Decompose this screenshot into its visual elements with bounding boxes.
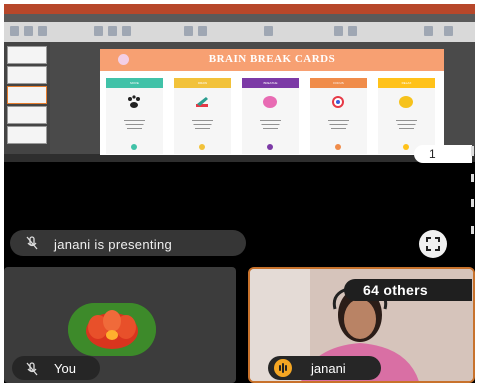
meeting-window: BRAIN BREAK CARDS MOVE ▬▬▬▬▬▬▬ ▬▬▬▬▬▬ ▬▬▬▬…	[4, 4, 475, 383]
presenting-label: janani is presenting	[54, 237, 173, 252]
bubble-icon	[263, 96, 277, 108]
slide-thumbnail	[7, 106, 47, 124]
card-header: FOCUS	[310, 78, 367, 88]
fullscreen-icon	[426, 237, 440, 251]
audio-level-icon	[274, 359, 292, 377]
flower-image	[68, 303, 156, 356]
mic-off-icon	[26, 362, 38, 376]
ribbon-icon	[10, 26, 19, 36]
ribbon-icon	[264, 26, 273, 36]
card-focus: FOCUS ▬▬▬▬▬▬▬ ▬▬▬▬▬▬ ▬▬▬▬▬	[310, 78, 367, 154]
slide-thumbnails	[4, 42, 50, 154]
page-number: 1	[429, 147, 436, 161]
card-dot	[267, 144, 273, 150]
slide-thumbnail	[7, 46, 47, 64]
others-count[interactable]: 64 others	[363, 282, 428, 298]
ribbon-icon	[198, 26, 207, 36]
card-text: ▬▬▬▬▬▬▬ ▬▬▬▬▬▬ ▬▬▬▬▬	[124, 118, 145, 130]
ribbon-icon	[424, 26, 433, 36]
ribbon-icon	[334, 26, 343, 36]
slide-thumbnail	[7, 66, 47, 84]
card-draw: DRAW ▬▬▬▬▬▬▬ ▬▬▬▬▬▬ ▬▬▬▬▬	[174, 78, 231, 154]
card-dot	[199, 144, 205, 150]
scrollbar[interactable]	[471, 146, 474, 156]
card-dot	[131, 144, 137, 150]
ribbon-icon	[24, 26, 33, 36]
slide-thumbnail	[7, 126, 47, 144]
card-header: MOVE	[106, 78, 163, 88]
mic-off-icon	[26, 236, 38, 250]
slide: BRAIN BREAK CARDS MOVE ▬▬▬▬▬▬▬ ▬▬▬▬▬▬ ▬▬▬▬…	[100, 49, 444, 155]
ribbon-icon	[184, 26, 193, 36]
scroll-tick	[471, 174, 474, 182]
ribbon-icon	[108, 26, 117, 36]
card-text: ▬▬▬▬▬▬▬ ▬▬▬▬▬▬ ▬▬▬▬▬	[260, 118, 281, 130]
page-counter	[414, 145, 472, 163]
ribbon-icon	[348, 26, 357, 36]
slide-title: BRAIN BREAK CARDS	[208, 53, 336, 65]
card-breathe: BREATHE ▬▬▬▬▬▬▬ ▬▬▬▬▬▬ ▬▬▬▬▬	[242, 78, 299, 154]
card-header: DRAW	[174, 78, 231, 88]
slide-thumbnail	[7, 86, 47, 104]
target-icon	[332, 96, 344, 108]
card-text: ▬▬▬▬▬▬▬ ▬▬▬▬▬▬ ▬▬▬▬▬	[328, 118, 349, 130]
ribbon-icon	[38, 26, 47, 36]
paw-icon	[128, 95, 140, 108]
heart-icon	[399, 96, 413, 108]
shared-screen: BRAIN BREAK CARDS MOVE ▬▬▬▬▬▬▬ ▬▬▬▬▬▬ ▬▬▬▬…	[4, 4, 475, 162]
pencil-icon	[196, 97, 208, 107]
card-dot	[403, 144, 409, 150]
presentation-ribbon	[4, 22, 475, 42]
ribbon-icon	[94, 26, 103, 36]
card-text: ▬▬▬▬▬▬▬ ▬▬▬▬▬▬ ▬▬▬▬▬	[192, 118, 213, 130]
avatar	[68, 303, 156, 356]
scroll-tick	[471, 226, 474, 234]
janani-label: janani	[311, 361, 346, 376]
card-header: RELAX	[378, 78, 435, 88]
card-move: MOVE ▬▬▬▬▬▬▬ ▬▬▬▬▬▬ ▬▬▬▬▬	[106, 78, 163, 154]
ribbon-icon	[122, 26, 131, 36]
fullscreen-button[interactable]	[419, 230, 447, 258]
scroll-tick	[471, 199, 474, 207]
presentation-statusbar	[4, 154, 475, 162]
you-label: You	[54, 361, 76, 376]
ribbon-icon	[444, 26, 453, 36]
card-header: BREATHE	[242, 78, 299, 88]
card-relax: RELAX ▬▬▬▬▬▬▬ ▬▬▬▬▬▬ ▬▬▬▬▬	[378, 78, 435, 154]
card-dot	[335, 144, 341, 150]
presentation-titlebar	[4, 4, 475, 14]
presentation-menubar	[4, 14, 475, 22]
card-text: ▬▬▬▬▬▬▬ ▬▬▬▬▬▬ ▬▬▬▬▬	[396, 118, 417, 130]
